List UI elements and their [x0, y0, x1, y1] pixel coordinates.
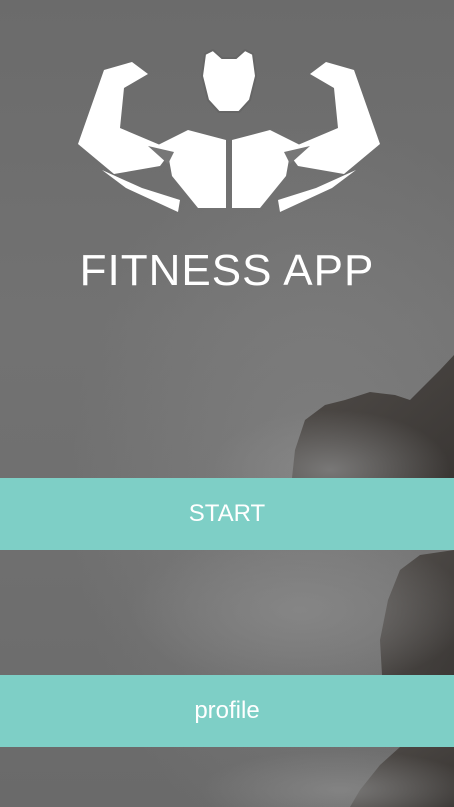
profile-button[interactable]: profile	[0, 675, 454, 747]
start-button[interactable]: START	[0, 478, 454, 550]
muscle-man-icon	[78, 48, 380, 212]
app-title: FITNESS APP	[79, 246, 375, 295]
splash-screen: FITNESS APP START profile	[0, 0, 454, 807]
